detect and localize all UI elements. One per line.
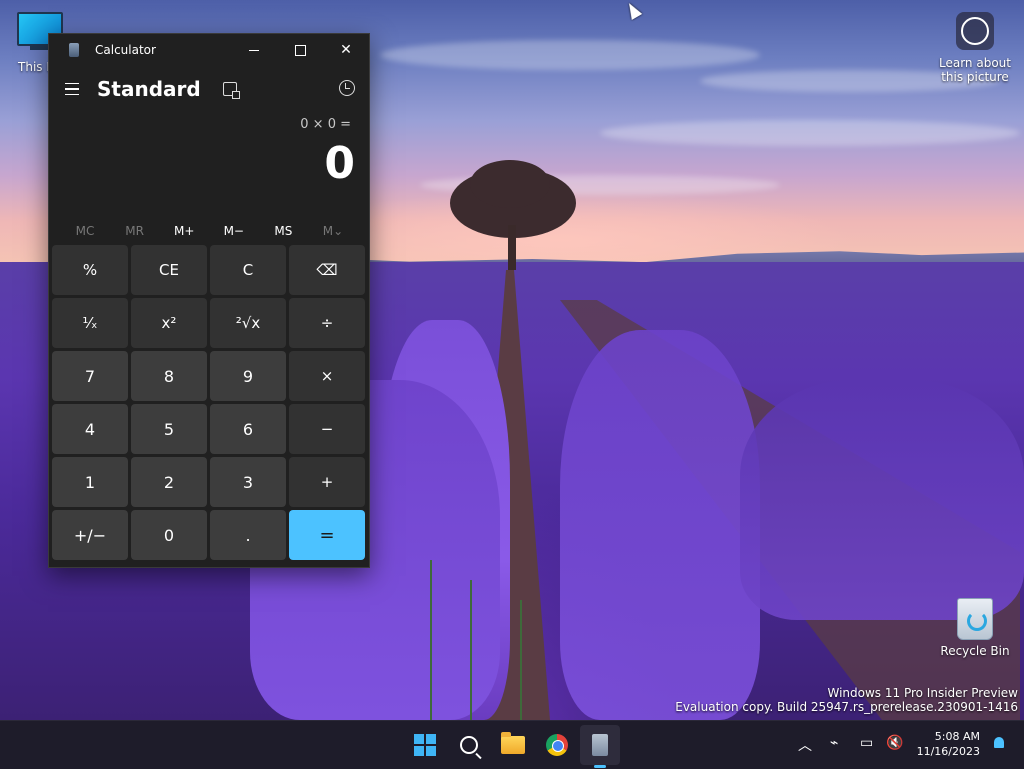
close-button[interactable]: ✕: [323, 34, 369, 66]
backspace-button[interactable]: ⌫: [289, 245, 365, 295]
digit-5-button[interactable]: 5: [131, 404, 207, 454]
calculator-icon: [69, 43, 79, 57]
square-root-button[interactable]: ²√x: [210, 298, 286, 348]
file-explorer-button[interactable]: [498, 730, 528, 760]
network-icon[interactable]: ⌁: [830, 735, 838, 751]
clear-button[interactable]: C: [210, 245, 286, 295]
digit-2-button[interactable]: 2: [131, 457, 207, 507]
desktop-icon-learn-about-picture[interactable]: Learn about this picture: [936, 12, 1014, 84]
taskbar: ︿ ⌁ ▭ 🔇 5:08 AM 11/16/2023: [0, 720, 1024, 769]
clock-time: 5:08 AM: [934, 730, 980, 743]
digit-4-button[interactable]: 4: [52, 404, 128, 454]
digit-3-button[interactable]: 3: [210, 457, 286, 507]
subtract-button[interactable]: −: [289, 404, 365, 454]
reciprocal-button[interactable]: ¹⁄ₓ: [52, 298, 128, 348]
watermark-line: Evaluation copy. Build 25947.rs_prerelea…: [675, 700, 1018, 714]
memory-bar: MC MR M+ M− MS M⌄: [49, 216, 369, 246]
calculator-taskbar-button[interactable]: [585, 730, 615, 760]
stem: [430, 560, 432, 720]
memory-button[interactable]: MR: [111, 224, 159, 238]
desktop-icon-label: Learn about this picture: [939, 56, 1011, 84]
recycle-bin-icon: [957, 598, 993, 640]
close-icon: ✕: [340, 42, 352, 58]
digit-9-button[interactable]: 9: [210, 351, 286, 401]
title-bar[interactable]: Calculator ✕: [49, 34, 369, 66]
volume-muted-icon[interactable]: 🔇: [886, 735, 903, 751]
cloud: [380, 40, 760, 70]
notification-bell-icon[interactable]: [994, 737, 1004, 748]
memory-button[interactable]: M⌄: [309, 224, 357, 238]
window-title: Calculator: [95, 43, 156, 57]
search-icon: [460, 736, 478, 754]
maximize-icon: [294, 44, 306, 56]
square-button[interactable]: x²: [131, 298, 207, 348]
file-explorer-icon: [501, 732, 525, 754]
minimize-button[interactable]: [231, 34, 277, 66]
maximize-button[interactable]: [277, 34, 323, 66]
memory-button[interactable]: MC: [61, 224, 109, 238]
memory-button[interactable]: M−: [210, 224, 258, 238]
digit-6-button[interactable]: 6: [210, 404, 286, 454]
tree-trunk: [508, 225, 516, 270]
search-button[interactable]: [454, 730, 484, 760]
display-icon[interactable]: ▭: [860, 735, 873, 751]
expression-display: 0 × 0 =: [300, 117, 351, 132]
percent-button[interactable]: %: [52, 245, 128, 295]
desktop-icon-label: Recycle Bin: [940, 644, 1010, 658]
multiply-button[interactable]: ×: [289, 351, 365, 401]
clock[interactable]: 5:08 AM 11/16/2023: [917, 729, 980, 759]
calculator-icon: [592, 734, 608, 756]
desktop-icon-recycle-bin[interactable]: Recycle Bin: [940, 598, 1010, 658]
stem: [520, 600, 522, 720]
digit-7-button[interactable]: 7: [52, 351, 128, 401]
clock-date: 11/16/2023: [916, 745, 980, 758]
equals-button[interactable]: =: [289, 510, 365, 560]
history-icon[interactable]: [339, 80, 355, 96]
keep-on-top-icon[interactable]: [222, 82, 240, 99]
result-display: 0: [324, 138, 355, 189]
mode-bar: Standard: [49, 66, 369, 112]
calculator-window: Calculator ✕ Standard 0 × 0 = 0 MC MR M+ M−…: [48, 33, 370, 568]
menu-icon[interactable]: [65, 83, 79, 95]
clear-entry-button[interactable]: CE: [131, 245, 207, 295]
cloud: [600, 120, 1020, 146]
watermark-line: Windows 11 Pro Insider Preview: [827, 686, 1018, 700]
monitor-stand: [30, 46, 50, 50]
decimal-button[interactable]: .: [210, 510, 286, 560]
camera-icon: [956, 12, 994, 50]
lavender-row: [740, 380, 1024, 620]
start-button[interactable]: [410, 730, 440, 760]
start-icon: [414, 734, 436, 756]
chevron-up-icon[interactable]: ︿: [798, 735, 812, 755]
lavender-row: [560, 330, 760, 720]
memory-button[interactable]: M+: [160, 224, 208, 238]
windows-watermark: Windows 11 Pro Insider Preview Evaluatio…: [675, 686, 1018, 714]
chrome-button[interactable]: [542, 730, 572, 760]
add-button[interactable]: +: [289, 457, 365, 507]
tree: [470, 160, 550, 208]
minimize-icon: [249, 49, 259, 51]
memory-button[interactable]: MS: [259, 224, 307, 238]
mode-title: Standard: [97, 77, 201, 101]
chrome-icon: [546, 734, 568, 756]
digit-8-button[interactable]: 8: [131, 351, 207, 401]
keypad: % CE C ⌫ ¹⁄ₓ x² ²√x ÷ 7 8 9 × 4 5 6− 1 2 3 + +/− 0. =: [52, 245, 365, 560]
digit-1-button[interactable]: 1: [52, 457, 128, 507]
stem: [470, 580, 472, 720]
divide-button[interactable]: ÷: [289, 298, 365, 348]
negate-button[interactable]: +/−: [52, 510, 128, 560]
digit-0-button[interactable]: 0: [131, 510, 207, 560]
